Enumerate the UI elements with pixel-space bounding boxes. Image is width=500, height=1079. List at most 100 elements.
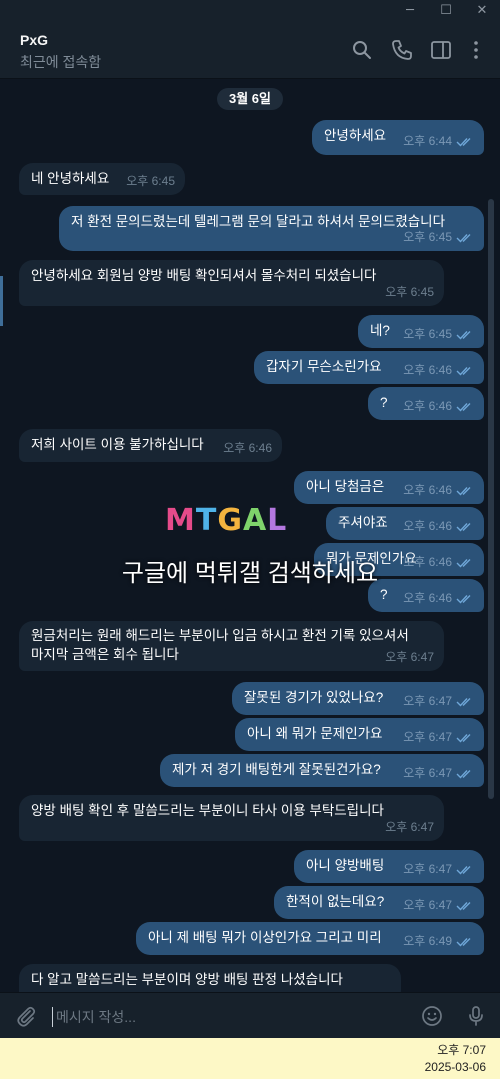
search-icon[interactable]	[350, 38, 374, 62]
message-text: 제가 저 경기 배팅한게 잘못된건가요?	[172, 762, 381, 777]
watermark-logo-letter: A	[242, 503, 268, 538]
taskbar-clock[interactable]: 오후 7:07 2025-03-06	[425, 1042, 486, 1076]
watermark-logo-letter: G	[217, 503, 243, 538]
message-text: 저희 사이트 이용 불가하십니다	[31, 437, 204, 452]
active-indicator	[0, 276, 3, 326]
message-bubble[interactable]: 다 알고 말씀드리는 부분이며 양방 배팅 판정 나셨습니다	[19, 964, 401, 992]
message-bubble[interactable]: 원금처리는 원래 해드리는 부분이나 입금 하시고 환전 기록 있으셔서 마지막…	[19, 621, 444, 671]
chat-header[interactable]: PxG 최근에 접속함	[0, 22, 500, 79]
message-time: 오후 6:47	[403, 898, 452, 912]
message-bubble[interactable]: ? 오후 6:46	[368, 387, 484, 420]
message-bubble[interactable]: 아니 당첨금은 오후 6:46	[294, 471, 484, 504]
message-time: 오후 6:49	[403, 934, 452, 948]
double-check-icon	[456, 865, 471, 875]
double-check-icon	[456, 402, 471, 412]
double-check-icon	[456, 697, 471, 707]
message-input[interactable]: 메시지 작성...	[52, 1007, 136, 1027]
message-bubble[interactable]: 양방 배팅 확인 후 말씀드리는 부분이니 타사 이용 부탁드립니다 오후 6:…	[19, 795, 444, 841]
message-time: 오후 6:44	[403, 134, 452, 148]
double-check-icon	[456, 233, 471, 243]
chat-title: PxG	[20, 32, 49, 48]
message-text: 아니 왜 뭐가 문제인가요	[247, 726, 383, 741]
message-time: 오후 6:45	[126, 174, 175, 188]
more-menu-icon[interactable]	[464, 38, 488, 62]
message-text: 원금처리는 원래 해드리는 부분이나 입금 하시고 환전 기록 있으셔서	[31, 628, 409, 643]
double-check-icon	[456, 594, 471, 604]
message-bubble[interactable]: 한적이 없는데요? 오후 6:47	[274, 886, 484, 919]
message-bubble[interactable]: 안녕하세요 오후 6:44	[312, 120, 484, 155]
message-bubble[interactable]: 네? 오후 6:45	[358, 315, 484, 348]
message-time: 오후 6:45	[403, 230, 452, 244]
message-composer[interactable]: 메시지 작성...	[0, 992, 500, 1039]
message-time: 오후 6:46	[223, 441, 272, 455]
maximize-button[interactable]: ☐	[428, 0, 464, 22]
message-bubble[interactable]: 네 안녕하세요 오후 6:45	[19, 163, 185, 195]
message-text: 아니 제 배팅 뭐가 이상인가요 그리고 미리	[148, 930, 382, 945]
minimize-button[interactable]: ─	[392, 0, 428, 22]
message-time: 오후 6:47	[403, 862, 452, 876]
double-check-icon	[456, 937, 471, 947]
double-check-icon	[456, 137, 471, 147]
taskbar-date: 2025-03-06	[424, 1060, 486, 1074]
microphone-icon[interactable]	[464, 1004, 488, 1028]
attach-icon[interactable]	[14, 1004, 38, 1028]
window-titlebar: ─ ☐ ✕	[0, 0, 500, 22]
scrollbar[interactable]	[488, 199, 494, 799]
emoji-icon[interactable]	[420, 1004, 444, 1028]
message-bubble[interactable]: 갑자기 무슨소린가요 오후 6:46	[254, 351, 484, 384]
message-bubble[interactable]: 아니 양방배팅 오후 6:47	[294, 850, 484, 883]
double-check-icon	[456, 522, 471, 532]
close-button[interactable]: ✕	[464, 0, 500, 22]
message-bubble[interactable]: 저 환전 문의드렸는데 텔레그램 문의 달라고 하셔서 문의드렸습니다 오후 6…	[59, 206, 484, 251]
message-text: 양방 배팅 확인 후 말씀드리는 부분이니 타사 이용 부탁드립니다	[31, 803, 384, 818]
message-time: 오후 6:46	[403, 591, 452, 605]
double-check-icon	[456, 366, 471, 376]
message-text: 한적이 없는데요?	[286, 894, 385, 909]
message-time: 오후 6:47	[385, 820, 434, 834]
message-time: 오후 6:47	[403, 766, 452, 780]
message-text: 안녕하세요 회원님 양방 배팅 확인되셔서 몰수처리 되셨습니다	[31, 268, 377, 283]
double-check-icon	[456, 330, 471, 340]
message-bubble[interactable]: 잘못된 경기가 있었나요? 오후 6:47	[232, 682, 484, 715]
message-bubble[interactable]: 주셔야죠 오후 6:46	[326, 507, 484, 540]
message-time: 오후 6:46	[403, 363, 452, 377]
system-taskbar: 오후 7:07 2025-03-06	[0, 1038, 500, 1079]
message-bubble[interactable]: 저희 사이트 이용 불가하십니다 오후 6:46	[19, 429, 282, 462]
watermark-logo-letter: M	[165, 503, 196, 538]
message-text: 저 환전 문의드렸는데 텔레그램 문의 달라고 하셔서 문의드렸습니다	[71, 214, 446, 229]
message-text-line2: 마지막 금액은 회수 됩니다	[31, 647, 179, 662]
message-text: 다 알고 말씀드리는 부분이며 양방 배팅 판정 나셨습니다	[31, 972, 343, 987]
message-time: 오후 6:47	[385, 650, 434, 664]
message-time: 오후 6:45	[385, 285, 434, 299]
message-time: 오후 6:46	[403, 483, 452, 497]
message-text: 주셔야죠	[338, 515, 388, 530]
message-bubble[interactable]: 아니 왜 뭐가 문제인가요 오후 6:47	[235, 718, 484, 751]
double-check-icon	[456, 733, 471, 743]
watermark-text: 구글에 먹튀갤 검색하세요	[121, 560, 379, 587]
sidebar-toggle-icon[interactable]	[429, 38, 453, 62]
double-check-icon	[456, 486, 471, 496]
double-check-icon	[456, 901, 471, 911]
watermark-logo-letter: L	[267, 503, 288, 538]
message-text: 갑자기 무슨소린가요	[266, 359, 382, 374]
message-time: 오후 6:47	[403, 730, 452, 744]
message-text: 아니 당첨금은	[306, 479, 385, 494]
message-text: 잘못된 경기가 있었나요?	[244, 690, 384, 705]
message-time: 오후 6:46	[403, 399, 452, 413]
message-time: 오후 6:46	[403, 519, 452, 533]
message-text: 안녕하세요	[324, 128, 387, 143]
message-bubble[interactable]: 안녕하세요 회원님 양방 배팅 확인되셔서 몰수처리 되셨습니다 오후 6:45	[19, 260, 444, 306]
message-list[interactable]: 3월 6일 안녕하세요 오후 6:44 네 안녕하세요 오후 6:45 저 환전…	[0, 79, 500, 992]
message-text: 아니 양방배팅	[306, 858, 385, 873]
message-bubble[interactable]: 아니 제 배팅 뭐가 이상인가요 그리고 미리 오후 6:49	[136, 922, 484, 955]
phone-icon[interactable]	[390, 38, 414, 62]
message-time: 오후 6:45	[403, 327, 452, 341]
message-bubble[interactable]: 제가 저 경기 배팅한게 잘못된건가요? 오후 6:47	[160, 754, 484, 787]
message-time: 오후 6:47	[403, 694, 452, 708]
watermark-logo: MTGAL	[165, 503, 287, 538]
date-separator: 3월 6일	[217, 88, 283, 110]
double-check-icon	[456, 769, 471, 779]
chat-status: 최근에 접속함	[20, 54, 102, 70]
watermark-logo-letter: T	[195, 503, 218, 538]
message-text: 네 안녕하세요	[31, 171, 110, 186]
